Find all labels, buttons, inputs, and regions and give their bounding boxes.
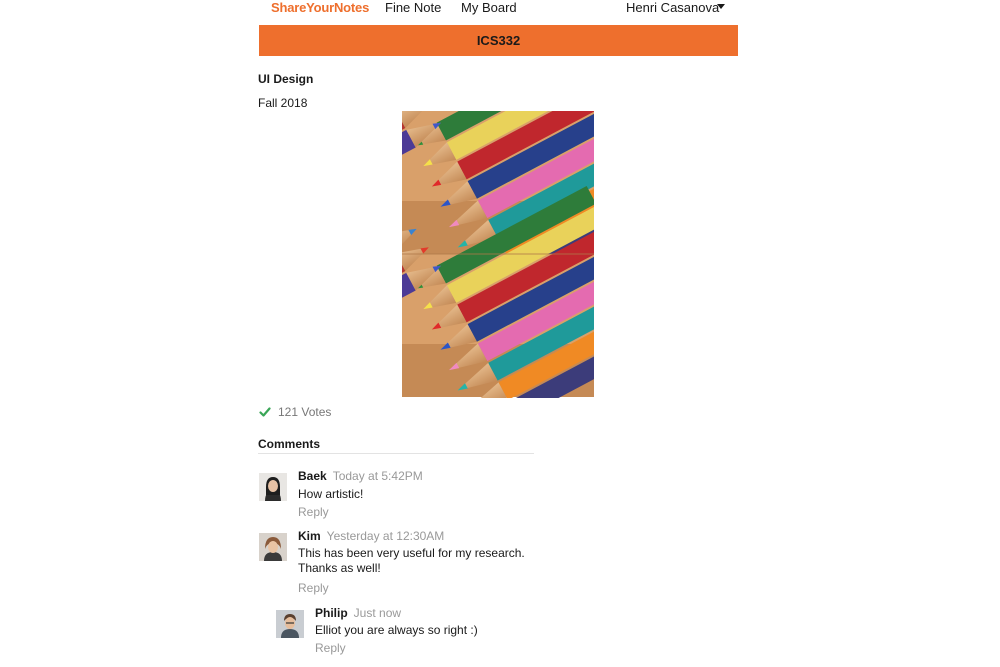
comment-item: Kim Yesterday at 12:30AM This has been ve… xyxy=(259,529,539,599)
pencils-image xyxy=(402,111,594,398)
comment-text: Elliot you are always so right :) xyxy=(315,623,478,637)
course-code: ICS332 xyxy=(476,33,521,48)
note-title: UI Design xyxy=(258,72,314,86)
reply-link[interactable]: Reply xyxy=(298,505,329,519)
nav-my-board[interactable]: My Board xyxy=(461,0,517,15)
avatar-image xyxy=(259,533,287,561)
page: ShareYourNotes Fine Note My Board Henri … xyxy=(0,0,1000,667)
comment-author[interactable]: Baek xyxy=(298,469,327,483)
comment-text-line: Thanks as well! xyxy=(298,561,381,575)
note-term: Fall 2018 xyxy=(258,96,308,110)
avatar-image xyxy=(259,473,287,501)
brand-logo[interactable]: ShareYourNotes xyxy=(271,0,369,15)
avatar-image xyxy=(276,610,304,638)
user-menu[interactable]: Henri Casanova xyxy=(626,0,719,15)
comment-time: Yesterday at 12:30AM xyxy=(326,529,445,543)
votes[interactable]: 121 Votes xyxy=(259,405,331,419)
comment-item: Baek Today at 5:42PM How artistic! Reply xyxy=(259,469,539,524)
note-image[interactable] xyxy=(402,111,594,398)
comments-divider xyxy=(258,453,534,454)
comment-author[interactable]: Philip xyxy=(315,606,348,620)
comments-heading: Comments xyxy=(258,437,321,451)
comment-time: Just now xyxy=(353,606,402,620)
check-icon[interactable] xyxy=(259,406,271,418)
comment-text: How artistic! xyxy=(298,487,364,501)
comment-time: Today at 5:42PM xyxy=(332,469,423,483)
comment-text-line: This has been very useful for my researc… xyxy=(298,546,525,560)
caret-down-icon[interactable] xyxy=(717,4,725,9)
reply-link[interactable]: Reply xyxy=(298,581,329,595)
comment-text: This has been very useful for my researc… xyxy=(298,546,558,576)
avatar[interactable] xyxy=(276,610,304,638)
avatar[interactable] xyxy=(259,473,287,501)
comment-item: Philip Just now Elliot you are always so … xyxy=(276,606,556,661)
votes-count: 121 Votes xyxy=(278,405,332,419)
comment-author[interactable]: Kim xyxy=(298,529,321,543)
reply-link[interactable]: Reply xyxy=(315,641,346,655)
nav-fine-note[interactable]: Fine Note xyxy=(385,0,441,15)
course-banner: ICS332 xyxy=(259,25,738,56)
top-nav: ShareYourNotes Fine Note My Board Henri … xyxy=(258,0,738,25)
avatar[interactable] xyxy=(259,533,287,561)
